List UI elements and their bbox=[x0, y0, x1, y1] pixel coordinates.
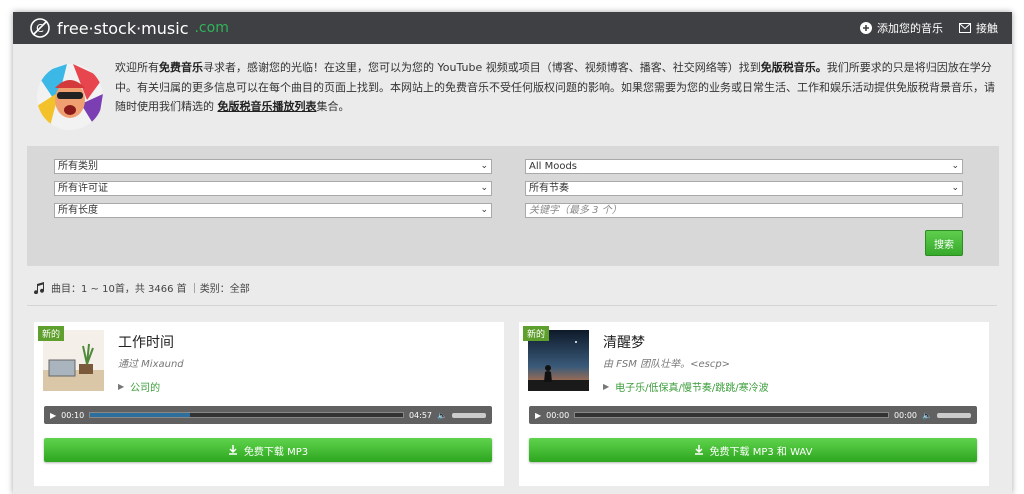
browser-frame: C free·stock·music .com 添加您的音乐 接触 bbox=[13, 12, 1012, 494]
time-current: 00:00 bbox=[546, 410, 570, 420]
logo-domain: .com bbox=[194, 20, 229, 36]
intro-bold: 免费音乐 bbox=[159, 61, 203, 74]
chevron-down-icon: ⌄ bbox=[951, 183, 959, 193]
license-value: 所有许可证 bbox=[58, 183, 108, 194]
results-summary-text: 曲目：1 ~ 10首，共 3466 首 ｜类别：全部 bbox=[51, 284, 250, 295]
length-value: 所有长度 bbox=[58, 205, 98, 216]
divider bbox=[27, 305, 997, 306]
playlist-link[interactable]: 免版税音乐播放列表 bbox=[218, 100, 317, 113]
add-music-link[interactable]: 添加您的音乐 bbox=[860, 20, 943, 36]
track-title[interactable]: 工作时间 bbox=[118, 332, 174, 352]
chevron-down-icon: ⌄ bbox=[951, 161, 959, 171]
plus-circle-icon bbox=[860, 22, 872, 34]
mood-select[interactable]: All Moods ⌄ bbox=[525, 159, 963, 174]
search-button[interactable]: 搜索 bbox=[925, 230, 963, 256]
chevron-down-icon: ⌄ bbox=[480, 161, 488, 171]
triangle-right-icon: ▶ bbox=[118, 382, 125, 391]
audio-player: ▶ 00:10 04:57 🔈 bbox=[44, 406, 492, 424]
download-button[interactable]: 免费下载 MP3 bbox=[44, 438, 492, 462]
music-note-icon bbox=[34, 281, 45, 294]
track-tag-link[interactable]: 公司的 bbox=[130, 379, 160, 394]
volume-slider[interactable] bbox=[937, 412, 971, 418]
mascot-avatar bbox=[37, 64, 103, 130]
add-music-label: 添加您的音乐 bbox=[877, 22, 943, 35]
results-summary: 曲目：1 ~ 10首，共 3466 首 ｜类别：全部 bbox=[33, 280, 250, 295]
track-card: 新的 清醒梦 由 FSM 团队壮举。<escp> ▶ 电子乐/低保真/慢节奏/跳… bbox=[519, 322, 989, 486]
tempo-select[interactable]: 所有节奏 ⌄ bbox=[525, 181, 963, 196]
logo-text: free·stock·music bbox=[57, 18, 189, 38]
no-copyright-icon: C bbox=[30, 18, 50, 38]
seek-progress bbox=[90, 413, 191, 417]
filter-panel: 所有类别 ⌄ 所有许可证 ⌄ 所有长度 ⌄ All Moods ⌄ 所有节奏 ⌄ 关键字（… bbox=[27, 146, 999, 266]
triangle-right-icon: ▶ bbox=[603, 382, 610, 391]
volume-icon[interactable]: 🔈 bbox=[922, 411, 932, 420]
top-nav: 添加您的音乐 接触 bbox=[860, 20, 998, 36]
length-select[interactable]: 所有长度 ⌄ bbox=[54, 203, 492, 218]
keyword-placeholder: 关键字（最多 3 个） bbox=[529, 205, 622, 216]
audio-player: ▶ 00:00 00:00 🔈 bbox=[529, 406, 977, 424]
track-artist: 由 FSM 团队壮举。<escp> bbox=[603, 359, 731, 370]
time-current: 00:10 bbox=[61, 410, 85, 420]
play-icon[interactable]: ▶ bbox=[535, 411, 541, 420]
time-total: 00:00 bbox=[893, 410, 918, 420]
tempo-value: 所有节奏 bbox=[529, 183, 569, 194]
new-badge: 新的 bbox=[523, 326, 550, 341]
mood-value: All Moods bbox=[529, 161, 577, 172]
play-icon[interactable]: ▶ bbox=[50, 411, 56, 420]
intro-part: 欢迎所有 bbox=[115, 61, 159, 74]
license-select[interactable]: 所有许可证 ⌄ bbox=[54, 181, 492, 196]
download-icon bbox=[694, 445, 703, 455]
category-select[interactable]: 所有类别 ⌄ bbox=[54, 159, 492, 174]
seek-bar[interactable] bbox=[89, 412, 404, 418]
category-value: 所有类别 bbox=[58, 161, 98, 172]
track-tags: ▶ 电子乐/低保真/慢节奏/跳跳/寒冷波 bbox=[603, 379, 769, 394]
time-total: 04:57 bbox=[408, 410, 433, 420]
download-label: 免费下载 MP3 bbox=[243, 446, 309, 458]
intro-section: 欢迎所有免费音乐寻求者，感谢您的光临！在这里，您可以为您的 YouTube 视频… bbox=[13, 44, 1012, 162]
chevron-down-icon: ⌄ bbox=[480, 205, 488, 215]
track-card: 新的 工作时间 通过 Mixaund ▶ 公司的 ▶ 00:10 04:57 🔈… bbox=[34, 322, 504, 486]
new-badge: 新的 bbox=[38, 326, 65, 341]
chevron-down-icon: ⌄ bbox=[480, 183, 488, 193]
track-artist: 通过 Mixaund bbox=[118, 359, 184, 370]
site-logo[interactable]: C free·stock·music .com bbox=[29, 17, 229, 39]
track-title[interactable]: 清醒梦 bbox=[603, 332, 645, 352]
download-label: 免费下载 MP3 和 WAV bbox=[709, 446, 813, 458]
keyword-input[interactable]: 关键字（最多 3 个） bbox=[525, 203, 963, 218]
top-bar: C free·stock·music .com 添加您的音乐 接触 bbox=[13, 12, 1012, 44]
intro-part: 集合。 bbox=[316, 100, 350, 113]
seek-bar[interactable] bbox=[574, 412, 889, 418]
track-tag-link[interactable]: 电子乐/低保真/慢节奏/跳跳/寒冷波 bbox=[615, 379, 768, 394]
volume-slider[interactable] bbox=[452, 412, 486, 418]
contact-link[interactable]: 接触 bbox=[959, 20, 998, 36]
contact-label: 接触 bbox=[976, 22, 998, 35]
download-button[interactable]: 免费下载 MP3 和 WAV bbox=[529, 438, 977, 462]
intro-bold: 免版税音乐。 bbox=[760, 61, 827, 74]
track-tags: ▶ 公司的 bbox=[118, 379, 160, 394]
download-icon bbox=[228, 445, 237, 455]
envelope-icon bbox=[959, 23, 971, 33]
volume-icon[interactable]: 🔈 bbox=[437, 411, 447, 420]
intro-part: 寻求者，感谢您的光临！在这里，您可以为您的 YouTube 视频或项目（博客、视… bbox=[203, 61, 761, 74]
